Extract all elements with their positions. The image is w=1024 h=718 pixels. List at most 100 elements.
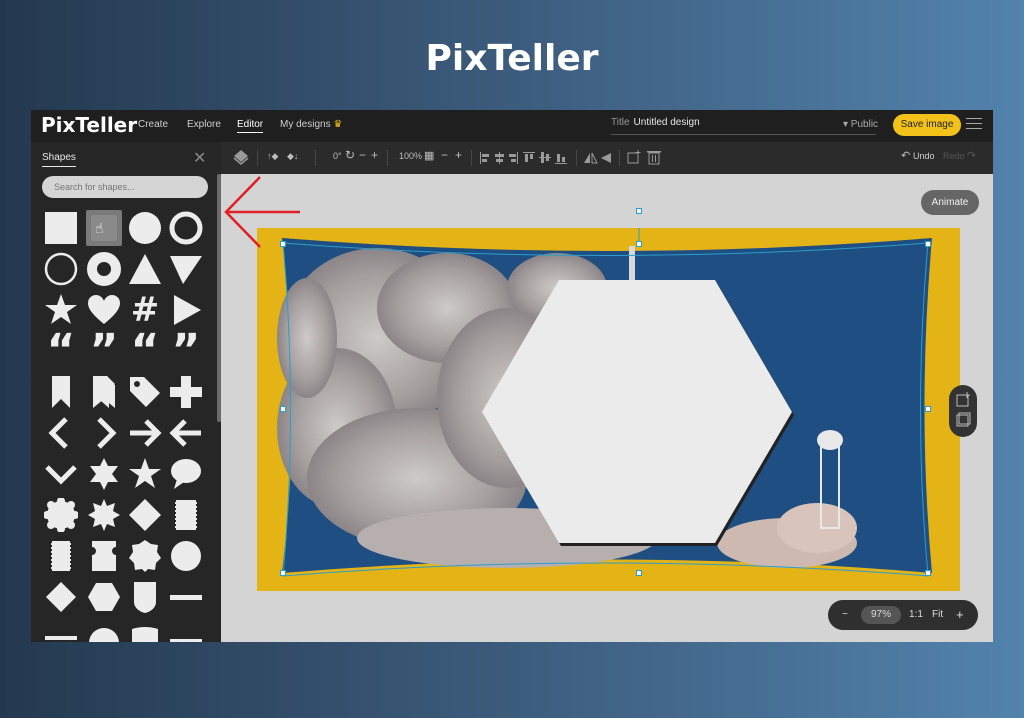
resize-handle-mr[interactable] (925, 406, 931, 412)
hamburger-menu-icon[interactable] (966, 118, 982, 132)
tab-shapes[interactable]: Shapes (42, 152, 76, 167)
resize-handle-tc[interactable] (636, 241, 642, 247)
editor-toolbar: ↑◆ ◆↓ 0° ↻ − + 100% ▦ − + ↶ Undo Redo ↷ (221, 142, 993, 174)
badge-shape-icon[interactable] (127, 538, 163, 574)
scalloped-circle-shape-icon[interactable] (43, 497, 79, 533)
svg-text:☝: ☝ (95, 221, 104, 237)
plus-shape-icon[interactable] (168, 374, 204, 410)
open-quote-shape-icon[interactable]: “ (43, 329, 79, 373)
resize-handle-bl[interactable] (280, 570, 286, 576)
diamond-shape-icon[interactable] (127, 497, 163, 533)
shield-shape-icon[interactable] (127, 579, 163, 615)
square-shape-icon[interactable] (43, 210, 79, 246)
pixteller-editor: PixTeller Create Explore Editor My desig… (31, 110, 993, 642)
stamp-portrait-shape-icon[interactable] (43, 538, 79, 574)
speech-bubble-shape-icon[interactable] (168, 456, 204, 492)
five-point-star-shape-icon[interactable] (127, 456, 163, 492)
flip-icons[interactable] (583, 150, 613, 166)
right-triangle-shape-icon[interactable] (168, 251, 204, 287)
arrow-left-shape-icon[interactable] (168, 415, 204, 451)
play-shape-icon[interactable] (168, 292, 204, 328)
top-nav: PixTeller Create Explore Editor My desig… (31, 110, 993, 142)
ticket-shape-icon[interactable] (86, 538, 122, 574)
add-page-icon[interactable] (949, 385, 977, 437)
bring-forward-icon[interactable]: ↑◆ (267, 151, 278, 162)
page-title: PixTeller (425, 38, 599, 79)
chevron-down-shape-icon[interactable] (43, 456, 79, 492)
save-image-button[interactable]: Save image (893, 114, 961, 136)
undo-icon[interactable]: ↶ (901, 149, 910, 162)
nav-my-designs[interactable]: My designs ♛ (280, 119, 342, 130)
wave-rectangle-shape-icon[interactable] (127, 620, 163, 642)
thin-ring-shape-icon[interactable] (43, 251, 79, 287)
arrow-right-shape-icon[interactable] (127, 415, 163, 451)
thin-line-shape-icon[interactable] (43, 620, 79, 642)
resize-handle-tr[interactable] (925, 241, 931, 247)
chevron-left-shape-icon[interactable] (43, 415, 79, 451)
circle-small-shape-icon[interactable] (168, 538, 204, 574)
rocket-launch-photo[interactable] (257, 228, 960, 591)
crown-icon: ♛ (333, 119, 343, 130)
resize-handle-br[interactable] (925, 570, 931, 576)
hexagon-shape-icon[interactable] (86, 579, 122, 615)
delete-icon[interactable] (646, 149, 662, 165)
heart-shape-icon[interactable] (86, 292, 122, 328)
star-shape-icon[interactable] (43, 292, 79, 328)
rotate-icon[interactable]: ↻ (345, 148, 355, 162)
align-icons[interactable] (479, 150, 569, 166)
rotate-plus-icon[interactable]: + (371, 148, 378, 162)
line-shape-icon[interactable] (168, 579, 204, 615)
zoom-fit-button[interactable]: Fit (932, 609, 943, 620)
tag-shape-icon[interactable] (127, 374, 163, 410)
curly-close-quote-shape-icon[interactable]: ” (168, 329, 204, 373)
donut-shape-icon[interactable] (86, 251, 122, 287)
send-backward-icon[interactable]: ◆↓ (287, 151, 298, 162)
search-shapes-input[interactable] (42, 176, 208, 198)
logo[interactable]: PixTeller (41, 113, 137, 137)
rotate-handle[interactable] (636, 208, 642, 214)
burst-shape-icon[interactable] (86, 497, 122, 533)
duplicate-icon[interactable] (626, 149, 642, 165)
title-value[interactable]: Untitled design (634, 117, 700, 128)
zoom-1-1-button[interactable]: 1:1 (909, 609, 923, 620)
design-canvas[interactable] (257, 208, 960, 591)
close-icon[interactable]: ✕ (193, 148, 206, 168)
redo-icon[interactable]: ↷ (967, 149, 976, 162)
thick-ring-shape-icon[interactable] (168, 210, 204, 246)
shapes-sidebar: Shapes ✕ ☝ # “ ” “ ” (31, 142, 221, 642)
nav-explore[interactable]: Explore (187, 119, 221, 130)
circle-shape-icon[interactable] (127, 210, 163, 246)
flag-bookmark-shape-icon[interactable] (86, 374, 122, 410)
zoom-in-button[interactable]: + (956, 607, 964, 622)
nav-editor[interactable]: Editor (237, 119, 264, 133)
semicircle-shape-icon[interactable] (86, 620, 122, 642)
bookmark-shape-icon[interactable] (43, 374, 79, 410)
hash-shape-icon[interactable]: # (127, 292, 163, 328)
layers-icon[interactable] (233, 149, 249, 165)
undo-button[interactable]: Undo (913, 151, 935, 161)
resize-handle-bc[interactable] (636, 570, 642, 576)
zoom-value[interactable]: 97% (861, 606, 901, 624)
opacity-minus-icon[interactable]: − (441, 148, 448, 162)
six-point-star-shape-icon[interactable] (86, 456, 122, 492)
nav-create[interactable]: Create (138, 119, 168, 130)
opacity-icon[interactable]: ▦ (424, 149, 434, 162)
opacity-plus-icon[interactable]: + (455, 148, 462, 162)
rounded-square-shape-icon[interactable]: ☝ (86, 210, 122, 246)
diamond-small-shape-icon[interactable] (43, 579, 79, 615)
rotate-minus-icon[interactable]: − (359, 148, 366, 162)
animate-button[interactable]: Animate (921, 190, 979, 215)
title-field[interactable]: Title Untitled design (611, 117, 876, 135)
zoom-controls: − 97% 1:1 Fit + (828, 600, 978, 630)
chevron-right-shape-icon[interactable] (86, 415, 122, 451)
zoom-out-button[interactable]: − (842, 609, 848, 620)
stamp-rectangle-shape-icon[interactable] (168, 497, 204, 533)
close-quote-shape-icon[interactable]: ” (86, 329, 122, 373)
visibility-dropdown[interactable]: ▾ Public (843, 119, 878, 130)
title-label: Title (611, 117, 630, 128)
redo-button[interactable]: Redo (943, 151, 965, 161)
triangle-shape-icon[interactable] (127, 251, 163, 287)
rectangle-shape-icon[interactable] (168, 620, 204, 642)
resize-handle-ml[interactable] (280, 406, 286, 412)
curly-open-quote-shape-icon[interactable]: “ (127, 329, 163, 373)
